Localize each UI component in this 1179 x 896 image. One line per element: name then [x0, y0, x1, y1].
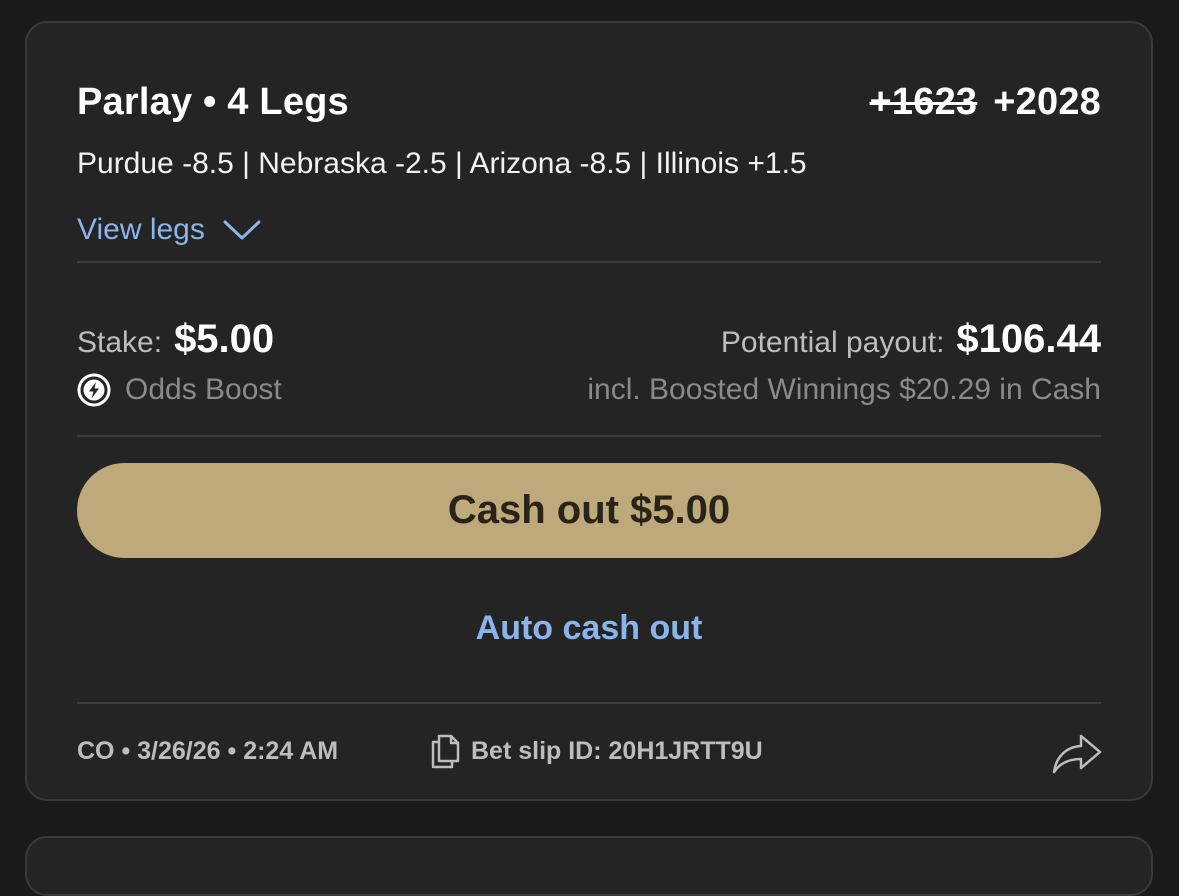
- bet-card: Parlay • 4 Legs +1623 +2028 Purdue -8.5 |…: [25, 21, 1153, 801]
- share-button[interactable]: [1051, 733, 1103, 780]
- boost-row: Odds Boost incl. Boosted Winnings $20.29…: [77, 373, 1101, 407]
- bet-slip-id[interactable]: Bet slip ID: 20H1JRTT9U: [429, 733, 763, 769]
- cash-out-button[interactable]: Cash out $5.00: [77, 463, 1101, 558]
- payout-value: $106.44: [956, 317, 1101, 361]
- bet-footer: CO • 3/26/26 • 2:24 AM Bet slip ID: 20H1…: [77, 733, 1101, 769]
- chevron-down-icon: [223, 220, 261, 240]
- view-legs-label: View legs: [77, 213, 205, 246]
- share-arrow-icon: [1052, 734, 1102, 774]
- auto-cash-out-link[interactable]: Auto cash out: [27, 609, 1151, 648]
- stake-payout-row: Stake: $5.00 Potential payout: $106.44: [77, 317, 1101, 362]
- bet-meta: CO • 3/26/26 • 2:24 AM: [77, 736, 339, 765]
- divider: [77, 702, 1101, 704]
- stake: Stake: $5.00: [77, 317, 274, 362]
- original-odds: +1623: [869, 81, 978, 123]
- next-bet-card: [25, 836, 1153, 896]
- legs-summary: Purdue -8.5 | Nebraska -2.5 | Arizona -8…: [77, 147, 807, 180]
- stake-label: Stake:: [77, 326, 163, 359]
- divider: [77, 261, 1101, 263]
- odds-boost-label: Odds Boost: [125, 373, 282, 406]
- lightning-bolt-icon: [77, 373, 111, 407]
- boosted-odds: +2028: [993, 81, 1101, 123]
- boosted-winnings-note: incl. Boosted Winnings $20.29 in Cash: [587, 373, 1101, 406]
- potential-payout: Potential payout: $106.44: [721, 317, 1101, 362]
- bet-header: Parlay • 4 Legs +1623 +2028: [77, 81, 1101, 124]
- odds-display: +1623 +2028: [870, 81, 1101, 124]
- odds-boost-badge: Odds Boost: [77, 373, 282, 407]
- bet-slip-id-text: Bet slip ID: 20H1JRTT9U: [471, 736, 763, 765]
- stake-value: $5.00: [174, 317, 275, 361]
- view-legs-button[interactable]: View legs: [77, 213, 1101, 247]
- document-copy-icon: [431, 734, 460, 769]
- payout-label: Potential payout:: [720, 326, 945, 359]
- divider: [77, 435, 1101, 437]
- bet-title: Parlay • 4 Legs: [77, 81, 349, 123]
